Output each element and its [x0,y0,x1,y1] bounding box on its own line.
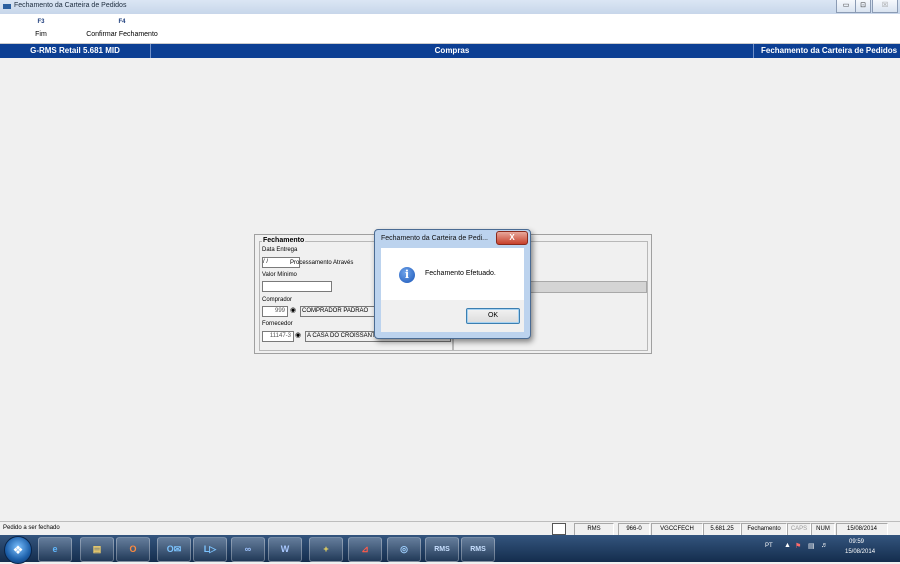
processamento-label: Processamento Através [290,260,354,266]
fornecedor-code-field[interactable]: 11147-3 [262,331,294,342]
start-button-icon[interactable]: ❖ [4,536,32,564]
rms-taskbar-icon-2[interactable]: RMS [461,537,495,562]
status-message: Pedido a ser fechado [3,525,60,531]
tray-clock-date[interactable]: 15/08/2014 [845,549,875,555]
module-label: Compras [151,44,754,58]
tray-clock-time[interactable]: 09:59 [849,539,864,545]
fornecedor-binoculars-icon[interactable]: ◉ [293,331,303,340]
f3-label: Fim [35,31,47,38]
comprador-binoculars-icon[interactable]: ◉ [288,306,298,315]
app-header-bar: G-RMS Retail 5.681 MID Compras Fechament… [0,44,900,58]
close-button[interactable]: ☒ [872,0,898,13]
app-icon [3,4,11,9]
app-version-label: G-RMS Retail 5.681 MID [0,44,151,58]
f4-label: Confirmar Fechamento [86,31,158,38]
system-tray: PT ▲ ⚑ ▤ ♬ 09:59 15/08/2014 [760,537,900,560]
f4-confirmar-button[interactable]: F4 Confirmar Fechamento [82,19,162,38]
minimize-button[interactable]: ▭ [836,0,856,13]
status-bar: Pedido a ser fechado RMS 966-0 VGCCFECH … [0,521,900,536]
tray-volume-icon[interactable]: ♬ [821,542,828,549]
window-title-bar: Fechamento da Carteira de Pedidos ▭ ⊡ ☒ [0,0,900,14]
info-icon: i [399,267,415,283]
outlook-taskbar-icon[interactable]: O✉ [157,537,191,562]
maximize-button[interactable]: ⊡ [855,0,871,13]
dialog-title: Fechamento da Carteira de Pedi... [381,235,489,242]
dialog-close-button[interactable]: X [496,231,528,245]
comprador-label: Comprador [262,297,293,303]
comprador-code-field[interactable]: 999 [262,306,288,317]
tray-language[interactable]: PT [765,543,773,549]
dialog-footer: OK [381,300,524,332]
dialog-message: Fechamento Efetuado. [425,270,496,277]
tray-network-icon[interactable]: ▤ [808,542,815,550]
valor-minimo-label: Valor Mínimo [262,272,297,278]
connect-taskbar-icon[interactable]: ∞ [231,537,265,562]
data-entrega-label: Data Entrega [262,247,298,253]
dialog-body: i Fechamento Efetuado. [381,248,524,300]
tray-flag-icon[interactable]: ⚑ [795,542,801,550]
explorer-taskbar-icon[interactable]: ▤ [80,537,114,562]
f4-key: F4 [118,19,126,25]
group-title: Fechamento [262,237,306,244]
f3-key: F3 [37,19,45,25]
function-key-bar: F3 Fim F4 Confirmar Fechamento [0,14,900,44]
f3-fim-button[interactable]: F3 Fim [1,19,81,38]
acrobat-taskbar-icon[interactable]: ⊿ [348,537,382,562]
tray-expand-icon[interactable]: ▲ [784,542,791,549]
screen-label: Fechamento da Carteira de Pedidos [761,46,898,55]
window-title: Fechamento da Carteira de Pedidos [14,2,127,9]
lync-taskbar-icon[interactable]: L▷ [193,537,227,562]
message-dialog: Fechamento da Carteira de Pedi... X i Fe… [374,229,531,339]
network-taskbar-icon[interactable]: ◎ [387,537,421,562]
media-taskbar-icon[interactable]: O [116,537,150,562]
word-taskbar-icon[interactable]: W [268,537,302,562]
ie-taskbar-icon[interactable]: e [38,537,72,562]
fornecedor-label: Fornecedor [262,321,293,327]
valor-minimo-field[interactable] [262,281,332,292]
rms-taskbar-icon[interactable]: RMS [425,537,459,562]
status-doc-icon [552,523,566,535]
ok-button[interactable]: OK [466,308,520,324]
app-plus-taskbar-icon[interactable]: + [309,537,343,562]
